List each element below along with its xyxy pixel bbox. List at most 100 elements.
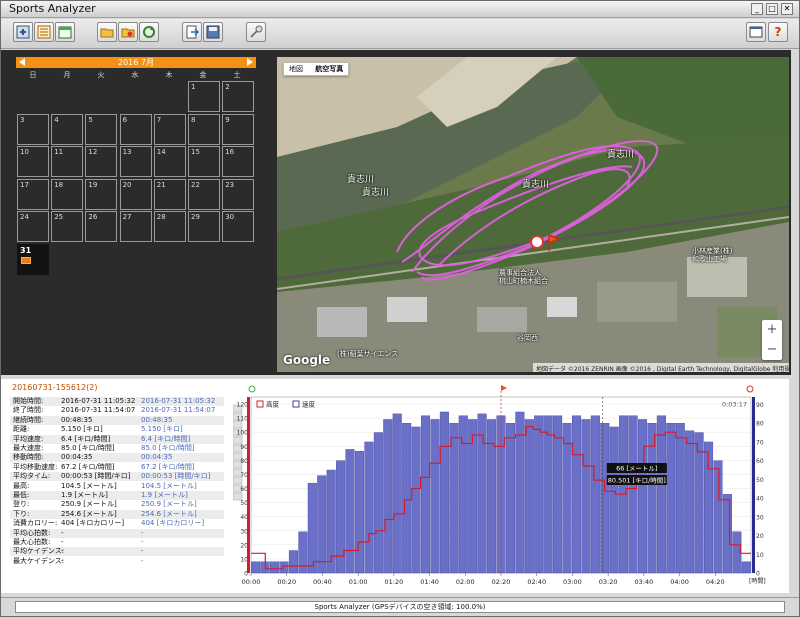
save-button[interactable] <box>203 22 223 42</box>
summary-row: 最大心拍数: - - <box>10 538 224 547</box>
altitude-legend-icon[interactable] <box>256 400 264 408</box>
speed-bar <box>534 415 544 574</box>
day-number: 28 <box>156 213 166 221</box>
y-right-tick-label: 40 <box>756 496 764 503</box>
speed-bar <box>430 419 440 574</box>
calendar-day[interactable]: 14 <box>153 146 186 177</box>
calendar-day[interactable]: 26 <box>85 211 118 242</box>
minimize-button[interactable]: _ <box>751 3 763 15</box>
end-handle-icon[interactable] <box>746 385 754 393</box>
calendar-day[interactable]: 1 <box>188 81 220 112</box>
summary-value: 1.9 [メートル] <box>61 491 108 499</box>
summary-value-compare: - <box>141 538 144 546</box>
summary-row: 平均心拍数: - - <box>10 528 224 538</box>
calendar-day[interactable]: 16 <box>222 146 255 177</box>
export-button[interactable] <box>182 22 202 42</box>
status-text: Sports Analyzer (GPSデバイスの空き領域: 100.0%) <box>15 601 785 613</box>
calendar-day[interactable]: 24 <box>17 211 49 242</box>
zoom-out-button[interactable]: − <box>762 340 782 360</box>
calendar-day[interactable]: 9 <box>222 113 255 145</box>
summary-row: 平均移動速度: 67.2 [キロ/時間] 67.2 [キロ/時間] <box>10 463 224 472</box>
calendar-day[interactable]: 25 <box>51 211 84 242</box>
map-type-satellite-button[interactable]: 航空写真 <box>310 63 348 76</box>
day-number: 5 <box>88 115 93 124</box>
calendar-day[interactable]: 10 <box>17 146 49 177</box>
summary-row: 継続時間: 00:48:35 00:48:35 <box>10 415 224 425</box>
x-tick-label: 01:00 <box>349 578 368 586</box>
folder-save-button[interactable] <box>118 22 138 42</box>
calendar-day[interactable]: 8 <box>188 113 220 145</box>
next-month-icon[interactable] <box>247 58 253 66</box>
day-number: 22 <box>191 180 200 189</box>
calendar-day[interactable]: 17 <box>17 178 49 210</box>
map-type-control: 地図 航空写真 <box>283 62 350 76</box>
speed-bar <box>439 411 449 574</box>
speed-bar <box>279 561 289 574</box>
legend-altitude-label: 高度 <box>266 400 280 409</box>
settings-button[interactable] <box>246 22 266 42</box>
list-button[interactable] <box>34 22 54 42</box>
calendar-day[interactable]: 12 <box>85 146 118 177</box>
chart-tool-icon[interactable] <box>232 492 243 501</box>
calendar-day[interactable]: 15 <box>188 146 220 177</box>
window-icon <box>749 26 763 38</box>
speed-bar <box>373 432 383 574</box>
summary-value-compare: 00:48:35 <box>141 415 173 424</box>
weekday-label: 土 <box>233 71 241 79</box>
map-type-map-button[interactable]: 地図 <box>284 63 308 76</box>
speed-bar <box>609 426 619 574</box>
altitude-speed-chart[interactable]: 0102030405060708090100110120010203040506… <box>232 379 789 593</box>
calendar-day[interactable]: 22 <box>188 178 220 210</box>
maximize-button[interactable]: □ <box>766 3 778 15</box>
calendar-day[interactable]: 19 <box>85 178 118 210</box>
calendar-day[interactable]: 30 <box>222 211 255 242</box>
calendar-day[interactable]: 5 <box>85 113 118 145</box>
calendar-day[interactable]: 21 <box>153 178 186 210</box>
speed-bar <box>656 415 666 574</box>
calendar-day[interactable]: 18 <box>51 178 84 210</box>
flag-icon[interactable] <box>501 385 507 391</box>
y-left-tick-label: 100 <box>237 430 249 437</box>
summary-value: 00:48:35 <box>61 415 93 424</box>
day-number: 10 <box>20 148 29 156</box>
calendar-button[interactable] <box>55 22 75 42</box>
calendar-day[interactable]: 3 <box>17 113 49 145</box>
window-button[interactable] <box>746 22 766 42</box>
close-button[interactable]: ✕ <box>781 3 793 15</box>
speed-bar <box>713 460 723 574</box>
calendar-day[interactable]: 27 <box>119 211 152 242</box>
map-attribution[interactable]: 地図データ ©2016 ZENRIN 画像 ©2016 , Digital Ea… <box>533 363 789 372</box>
summary-panel: 20160731-155612(2) 開始時間: 2016-07-31 11:05… <box>1 379 233 593</box>
help-button[interactable]: ? <box>768 22 788 42</box>
summary-value: 404 [キロカロリー] <box>61 519 125 528</box>
speed-bar <box>392 413 402 574</box>
weekday-label: 金 <box>199 71 207 79</box>
speed-bar <box>345 449 355 574</box>
list-icon <box>37 25 51 39</box>
folder-open-button[interactable] <box>97 22 117 42</box>
day-number: 11 <box>54 148 64 156</box>
calendar-day[interactable]: 28 <box>153 211 186 242</box>
calendar-day[interactable]: 31 <box>17 243 49 275</box>
calendar-day[interactable]: 11 <box>51 146 84 177</box>
calendar-day[interactable]: 29 <box>188 211 220 242</box>
summary-value-compare: - <box>141 547 144 556</box>
summary-row: 消費カロリー: 404 [キロカロリー] 404 [キロカロリー] <box>10 519 224 528</box>
refresh-button[interactable] <box>139 22 159 42</box>
summary-key: 平均タイム: <box>13 472 51 481</box>
import-button[interactable] <box>13 22 33 42</box>
zoom-in-button[interactable]: + <box>762 320 782 340</box>
calendar-day[interactable]: 13 <box>119 146 152 177</box>
calendar-day[interactable]: 7 <box>153 113 186 145</box>
calendar-day[interactable]: 23 <box>222 178 255 210</box>
start-handle-icon[interactable] <box>248 385 256 393</box>
speed-legend-icon[interactable] <box>292 400 300 408</box>
calendar-day[interactable]: 2 <box>222 81 255 112</box>
calendar-day[interactable]: 6 <box>119 113 152 145</box>
calendar-day[interactable]: 4 <box>51 113 84 145</box>
map-view[interactable]: 貴志川 貴志川 貴志川 貴志川 農事組合法人 桃山町楠木組合 (株)稲葉サイエン… <box>277 57 789 372</box>
activity-badge-icon[interactable] <box>21 256 31 264</box>
summary-key: 平均移動速度: <box>13 462 58 471</box>
summary-row: 最高: 104.5 [メートル] 104.5 [メートル] <box>10 482 224 491</box>
calendar-day[interactable]: 20 <box>119 178 152 210</box>
